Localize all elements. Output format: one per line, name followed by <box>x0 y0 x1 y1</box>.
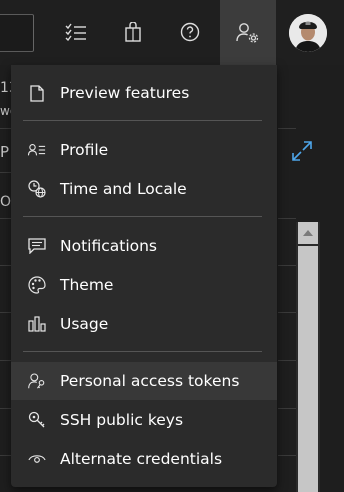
avatar-image-icon <box>289 14 327 52</box>
menu-item-label: SSH public keys <box>60 411 184 429</box>
menu-item-label: Usage <box>60 315 109 333</box>
menu-divider <box>23 351 262 352</box>
menu-divider <box>23 216 262 217</box>
work-items-button[interactable] <box>58 12 94 52</box>
document-icon <box>28 84 46 102</box>
top-bar <box>0 0 344 65</box>
user-settings-icon <box>236 22 259 43</box>
menu-item-alternate-credentials[interactable]: Alternate credentials <box>11 440 277 478</box>
menu-item-preview-features[interactable]: Preview features <box>11 74 277 112</box>
help-button[interactable] <box>172 12 208 52</box>
menu-item-theme[interactable]: Theme <box>11 266 277 304</box>
arrow-up-icon <box>303 230 313 236</box>
shopping-bag-icon <box>125 22 141 42</box>
token-icon <box>28 372 46 390</box>
help-icon <box>180 22 200 42</box>
menu-item-label: Notifications <box>60 237 158 255</box>
menu-item-label: Preview features <box>60 84 190 102</box>
profile-icon <box>28 141 46 159</box>
user-settings-menu: Preview features Profile Time and Locale… <box>11 65 277 487</box>
eye-icon <box>28 450 46 468</box>
expand-button[interactable] <box>291 140 313 166</box>
marketplace-button[interactable] <box>115 12 151 52</box>
usage-icon <box>28 315 46 333</box>
menu-item-usage[interactable]: Usage <box>11 305 277 343</box>
checklist-icon <box>65 23 86 41</box>
menu-item-profile[interactable]: Profile <box>11 131 277 169</box>
ssh-key-icon <box>28 411 46 429</box>
scroll-up-button[interactable] <box>298 222 318 244</box>
menu-item-ssh-public-keys[interactable]: SSH public keys <box>11 401 277 439</box>
menu-item-notifications[interactable]: Notifications <box>11 227 277 265</box>
user-settings-button[interactable] <box>220 0 276 65</box>
menu-item-label: Personal access tokens <box>60 372 240 390</box>
menu-item-time-and-locale[interactable]: Time and Locale <box>11 170 277 208</box>
time-globe-icon <box>28 180 46 198</box>
palette-icon <box>28 276 46 294</box>
search-input[interactable] <box>0 14 34 52</box>
menu-item-personal-access-tokens[interactable]: Personal access tokens <box>11 362 277 400</box>
expand-icon <box>292 141 312 161</box>
menu-item-label: Time and Locale <box>60 180 187 198</box>
menu-item-label: Profile <box>60 141 109 159</box>
avatar[interactable] <box>289 14 327 52</box>
notifications-icon <box>28 237 46 255</box>
menu-divider <box>23 120 262 121</box>
scrollbar-thumb[interactable] <box>298 246 318 492</box>
background-text: P <box>0 143 10 161</box>
menu-item-label: Alternate credentials <box>60 450 223 468</box>
menu-item-label: Theme <box>60 276 114 294</box>
